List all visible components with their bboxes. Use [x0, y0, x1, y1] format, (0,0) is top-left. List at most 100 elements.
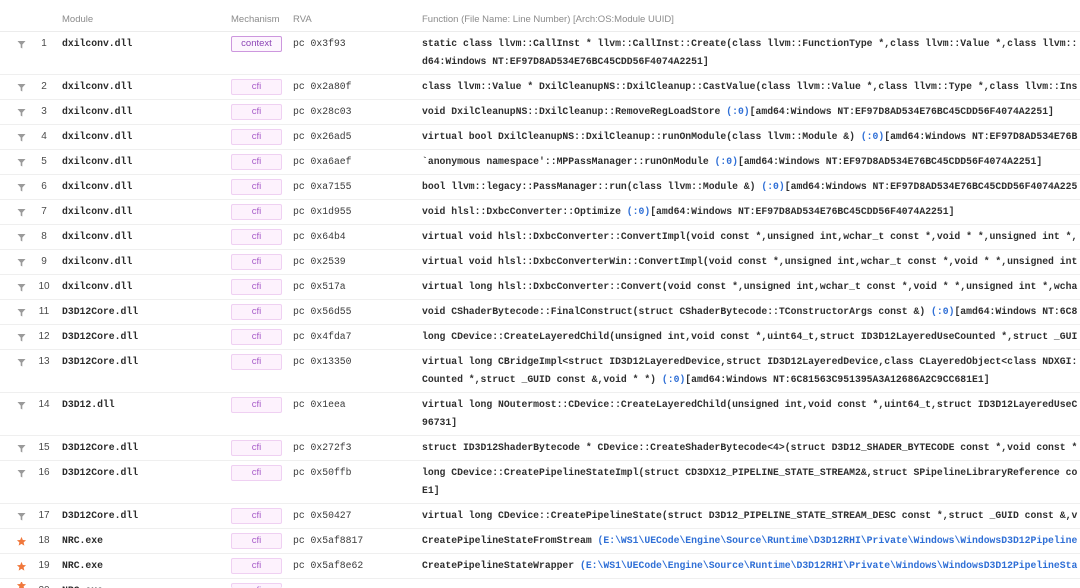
- source-location-link[interactable]: (:0): [627, 206, 650, 217]
- function-signature: struct ID3D12ShaderBytecode * CDevice::C…: [422, 439, 1080, 457]
- source-location-link[interactable]: (E:\WS1\UECode\Engine\Source\Runtime\D3D…: [598, 535, 1078, 546]
- function-line: `anonymous namespace'::MPPassManager::ru…: [422, 153, 1080, 171]
- stack-frame-row[interactable]: 20 NRC.exe cfi: [0, 579, 1080, 588]
- function-signature: void DxilCleanupNS::DxilCleanup::RemoveR…: [422, 103, 1080, 121]
- stack-frame-row[interactable]: 9 dxilconv.dll cfi pc 0x2539 virtual void hl…: [0, 250, 1080, 275]
- stack-frame-row[interactable]: 6 dxilconv.dll cfi pc 0xa7155 bool llvm::leg…: [0, 175, 1080, 200]
- stack-frame-row[interactable]: 18 NRC.exe cfi pc 0x5af8817 CreatePipelineSt…: [0, 529, 1080, 554]
- function-line: class llvm::Value * DxilCleanupNS::DxilC…: [422, 78, 1080, 96]
- frame-number: 4: [41, 131, 47, 142]
- rva-address: pc 0x50427: [293, 510, 352, 521]
- mechanism-badge: cfi: [231, 354, 282, 370]
- source-location-link[interactable]: (:0): [761, 181, 784, 192]
- function-signature: class llvm::Value * DxilCleanupNS::DxilC…: [422, 78, 1080, 96]
- stack-frame-row[interactable]: 1 dxilconv.dll context pc 0x3f93 static clas…: [0, 32, 1080, 75]
- mechanism-badge: cfi: [231, 254, 282, 270]
- stack-frame-row[interactable]: 7 dxilconv.dll cfi pc 0x1d955 void hlsl::Dxb…: [0, 200, 1080, 225]
- module-name: dxilconv.dll: [62, 106, 133, 117]
- mechanism-badge: cfi: [231, 583, 282, 588]
- stack-frame-row[interactable]: 13 D3D12Core.dll cfi pc 0x13350 virtual long…: [0, 350, 1080, 393]
- function-text: `anonymous namespace'::MPPassManager::ru…: [422, 156, 715, 167]
- mechanism-badge: cfi: [231, 154, 282, 170]
- rva-address: pc 0x2a80f: [293, 81, 352, 92]
- module-name: D3D12Core.dll: [62, 306, 139, 317]
- function-text: CreatePipelineStateFromStream: [422, 535, 598, 546]
- rva-address: pc 0x3f93: [293, 38, 346, 49]
- stack-frame-row[interactable]: 2 dxilconv.dll cfi pc 0x2a80f class llvm::Va…: [0, 75, 1080, 100]
- stack-frame-row[interactable]: 14 D3D12.dll cfi pc 0x1eea virtual long NOut…: [0, 393, 1080, 436]
- stack-frame-list: 1 dxilconv.dll context pc 0x3f93 static clas…: [0, 32, 1080, 588]
- source-location-link[interactable]: (:0): [726, 106, 749, 117]
- stack-frame-row[interactable]: 12 D3D12Core.dll cfi pc 0x4fda7 long CDevice…: [0, 325, 1080, 350]
- module-name: NRC.exe: [62, 582, 222, 588]
- stack-frame-row[interactable]: 15 D3D12Core.dll cfi pc 0x272f3 struct ID3D1…: [0, 436, 1080, 461]
- filter-icon: [15, 396, 27, 414]
- rva-address: pc 0x4fda7: [293, 331, 352, 342]
- source-location-link[interactable]: (:0): [715, 156, 738, 167]
- stack-frame-row[interactable]: 3 dxilconv.dll cfi pc 0x28c03 void DxilClean…: [0, 100, 1080, 125]
- rva-address: pc 0x1d955: [293, 206, 352, 217]
- filter-icon: [15, 439, 27, 457]
- mechanism-badge: cfi: [231, 440, 282, 456]
- rva-address: pc 0x13350: [293, 356, 352, 367]
- module-name: D3D12.dll: [62, 399, 115, 410]
- function-signature: virtual long CBridgeImpl<struct ID3D12La…: [422, 353, 1080, 389]
- function-text: 96731]: [422, 417, 458, 428]
- rva-address: pc 0x64b4: [293, 231, 346, 242]
- source-location-link[interactable]: (:0): [662, 374, 685, 385]
- stack-frame-row[interactable]: 5 dxilconv.dll cfi pc 0xa6aef `anonymous nam…: [0, 150, 1080, 175]
- function-line: static class llvm::CallInst * llvm::Call…: [422, 35, 1080, 53]
- function-text: virtual long CDevice::CreatePipelineStat…: [422, 510, 1078, 521]
- stack-frame-row[interactable]: 10 dxilconv.dll cfi pc 0x517a virtual long h…: [0, 275, 1080, 300]
- function-text: [amd64:Windows NT:6C8: [954, 306, 1078, 317]
- stack-frame-row[interactable]: 8 dxilconv.dll cfi pc 0x64b4 virtual void hl…: [0, 225, 1080, 250]
- rva-address: pc 0x50ffb: [293, 467, 352, 478]
- rva-address: pc 0xa6aef: [293, 156, 352, 167]
- function-line: virtual bool DxilCleanupNS::DxilCleanup:…: [422, 128, 1080, 146]
- filter-icon: [15, 328, 27, 346]
- function-line: virtual long hlsl::DxbcConverter::Conver…: [422, 278, 1080, 296]
- stack-frame-row[interactable]: 11 D3D12Core.dll cfi pc 0x56d55 void CShader…: [0, 300, 1080, 325]
- stack-trace-panel: Module Mechanism RVA Function (File Name…: [0, 0, 1080, 588]
- function-signature: virtual bool DxilCleanupNS::DxilCleanup:…: [422, 128, 1080, 146]
- function-text: bool llvm::legacy::PassManager::run(clas…: [422, 181, 762, 192]
- module-name: NRC.exe: [62, 535, 103, 546]
- function-signature: virtual long NOutermost::CDevice::Create…: [422, 396, 1080, 432]
- stack-frame-row[interactable]: 17 D3D12Core.dll cfi pc 0x50427 virtual long…: [0, 504, 1080, 529]
- function-signature: void hlsl::DxbcConverter::Optimize (:0)[…: [422, 203, 1080, 221]
- mechanism-badge: cfi: [231, 79, 282, 95]
- filter-icon: [15, 303, 27, 321]
- filter-icon: [15, 178, 27, 196]
- module-name: D3D12Core.dll: [62, 442, 139, 453]
- frame-number: 16: [38, 467, 50, 478]
- module-name: dxilconv.dll: [62, 131, 133, 142]
- frame-number: 9: [41, 256, 47, 267]
- function-text: struct ID3D12ShaderBytecode * CDevice::C…: [422, 442, 1078, 453]
- function-line: void hlsl::DxbcConverter::Optimize (:0)[…: [422, 203, 1080, 221]
- source-location-link[interactable]: (E:\WS1\UECode\Engine\Source\Runtime\D3D…: [580, 560, 1077, 571]
- function-text: E1]: [422, 485, 440, 496]
- mechanism-badge: cfi: [231, 397, 282, 413]
- frame-number: 20: [33, 582, 55, 588]
- mechanism-badge: cfi: [231, 329, 282, 345]
- filter-icon: [15, 35, 27, 53]
- header-rva: RVA: [293, 14, 312, 25]
- stack-frame-row[interactable]: 19 NRC.exe cfi pc 0x5af8e62 CreatePipelineSt…: [0, 554, 1080, 579]
- source-location-link[interactable]: (:0): [861, 131, 884, 142]
- function-text: virtual bool DxilCleanupNS::DxilCleanup:…: [422, 131, 861, 142]
- stack-frame-row[interactable]: 16 D3D12Core.dll cfi pc 0x50ffb long CDevice…: [0, 461, 1080, 504]
- mechanism-badge: cfi: [231, 508, 282, 524]
- star-icon: [15, 532, 27, 550]
- filter-icon: [15, 78, 27, 96]
- rva-address: pc 0x5af8e62: [293, 560, 364, 571]
- function-text: void DxilCleanupNS::DxilCleanup::RemoveR…: [422, 106, 727, 117]
- source-location-link[interactable]: (:0): [931, 306, 954, 317]
- module-name: dxilconv.dll: [62, 181, 133, 192]
- function-line: virtual long NOutermost::CDevice::Create…: [422, 396, 1080, 414]
- function-text: CreatePipelineStateWrapper: [422, 560, 580, 571]
- star-icon: [15, 582, 27, 588]
- stack-frame-row[interactable]: 4 dxilconv.dll cfi pc 0x26ad5 virtual bool D…: [0, 125, 1080, 150]
- function-text: void hlsl::DxbcConverter::Optimize: [422, 206, 627, 217]
- frame-number: 3: [41, 106, 47, 117]
- function-text: virtual void hlsl::DxbcConverter::Conver…: [422, 231, 1078, 242]
